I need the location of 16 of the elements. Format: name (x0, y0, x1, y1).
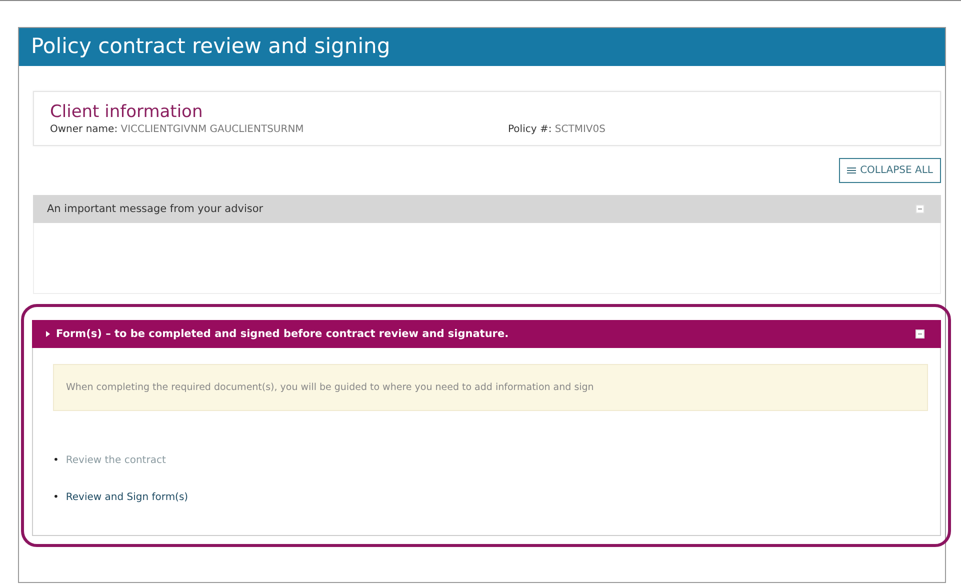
bullet: • (53, 455, 59, 466)
caret-icon (46, 331, 50, 337)
bullet: • (53, 492, 59, 503)
document-link[interactable]: Review and Sign form(s) (66, 492, 188, 503)
owner-name: Owner name: VICCLIENTGIVNM GAUCLIENTSURNM (50, 124, 305, 135)
client-info-heading: Client information (50, 102, 204, 122)
collapse-icon (847, 167, 856, 174)
policy-number: Policy #: SCTMIV0S (508, 124, 606, 135)
page-title: Policy contract review and signing (19, 28, 945, 66)
section-header[interactable]: Form(s) – to be completed and signed before contract review and signature. (32, 320, 941, 348)
info-notice: When completing the required document(s), you will be guided to where you need to add information and sign (53, 364, 928, 411)
section-header[interactable]: An important message from your advisor (33, 195, 941, 223)
section-title: Form(s) – to be completed and signed before contract review and signature. (56, 328, 509, 340)
collapse-icon[interactable] (915, 329, 925, 339)
section-title: An important message from your advisor (47, 203, 264, 215)
collapse-all-button[interactable]: COLLAPSE ALL (839, 158, 941, 183)
